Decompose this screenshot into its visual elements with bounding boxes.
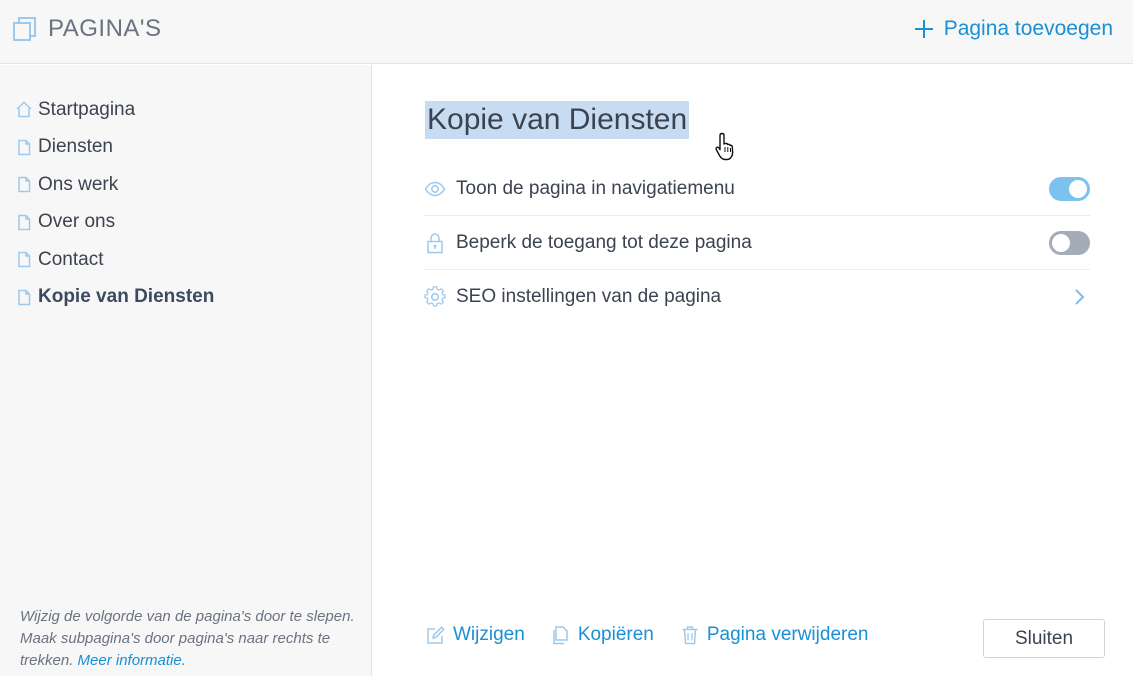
page-name-field[interactable]: Kopie van Diensten [425, 101, 690, 139]
sidebar-item-label: Startpagina [38, 98, 136, 120]
chevron-right-icon [1075, 289, 1085, 305]
copy-icon [553, 626, 568, 645]
copy-label: Kopiëren [577, 624, 654, 645]
edit-button[interactable]: Wijzigen [426, 624, 525, 646]
lock-icon [427, 232, 443, 253]
sidebar-item-label: Kopie van Diensten [38, 286, 215, 308]
page-icon [18, 139, 31, 155]
navigation-toggle[interactable] [1049, 176, 1090, 201]
setting-label: SEO instellingen van de pagina [456, 286, 722, 307]
page-icon [18, 214, 31, 230]
sidebar: Startpagina Diensten Ons werk Over ons C… [0, 65, 372, 676]
eye-icon [424, 181, 446, 196]
sidebar-item-startpagina[interactable]: Startpagina [0, 91, 371, 129]
add-page-label: Pagina toevoegen [943, 17, 1113, 40]
restrict-access-toggle[interactable] [1049, 230, 1090, 255]
page-list: Startpagina Diensten Ons werk Over ons C… [0, 65, 371, 316]
delete-page-button[interactable]: Pagina verwijderen [680, 624, 869, 646]
sidebar-item-contact[interactable]: Contact [0, 241, 371, 279]
page-icon [18, 289, 31, 305]
pencil-icon [427, 626, 445, 644]
sidebar-note-end: . [181, 652, 186, 669]
edit-label: Wijzigen [453, 624, 525, 645]
more-info-link[interactable]: Meer informatie [78, 652, 182, 669]
page-settings-panel: Kopie van Diensten Toon de pagina in nav… [373, 65, 1133, 676]
sidebar-item-label: Over ons [38, 211, 116, 233]
page-settings-list: Toon de pagina in navigatiemenu Beperk d… [424, 162, 1090, 324]
copy-button[interactable]: Kopiëren [551, 624, 654, 646]
sidebar-help-note: Wijzig de volgorde van de pagina's door … [20, 606, 360, 672]
add-page-button[interactable]: Pagina toevoegen [914, 14, 1113, 44]
setting-show-in-navigation: Toon de pagina in navigatiemenu [424, 162, 1090, 216]
sidebar-item-ons-werk[interactable]: Ons werk [0, 166, 371, 204]
sidebar-note-text: Wijzig de volgorde van de pagina's door … [20, 608, 355, 669]
page-actions: Wijzigen Kopiëren Pagina verwijderen [426, 624, 894, 646]
header-title: PAGINA'S [12, 14, 162, 44]
toggle-knob [1052, 233, 1070, 252]
hand-cursor-icon [715, 132, 734, 161]
setting-restrict-access: Beperk de toegang tot deze pagina [424, 216, 1090, 270]
header-title-text: PAGINA'S [48, 15, 162, 42]
setting-label: Toon de pagina in navigatiemenu [456, 177, 735, 199]
plus-icon [914, 20, 933, 38]
setting-label: Beperk de toegang tot deze pagina [456, 231, 752, 253]
trash-icon [682, 626, 698, 645]
home-icon [16, 101, 32, 118]
delete-label: Pagina verwijderen [706, 624, 869, 645]
gear-icon [424, 286, 446, 307]
setting-seo[interactable]: SEO instellingen van de pagina [424, 270, 1090, 324]
sidebar-item-label: Diensten [38, 136, 113, 158]
close-button[interactable]: Sluiten [983, 619, 1105, 658]
header: PAGINA'S Pagina toevoegen [0, 0, 1133, 64]
sidebar-item-over-ons[interactable]: Over ons [0, 204, 371, 242]
sidebar-item-diensten[interactable]: Diensten [0, 129, 371, 167]
pages-icon [13, 17, 36, 41]
sidebar-item-label: Ons werk [38, 173, 119, 195]
sidebar-item-label: Contact [38, 248, 104, 270]
sidebar-item-kopie-van-diensten[interactable]: Kopie van Diensten [0, 279, 371, 317]
page-icon [18, 252, 31, 268]
toggle-knob [1069, 179, 1087, 198]
page-icon [18, 177, 31, 193]
